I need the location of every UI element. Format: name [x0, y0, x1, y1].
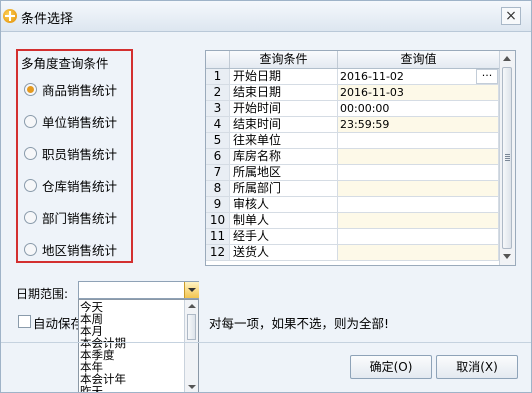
dropdown-option[interactable]: 昨天 — [80, 385, 103, 392]
row-condition: 经手人 — [230, 229, 338, 244]
row-condition: 开始日期 — [230, 69, 338, 84]
multi-angle-query-group: 多角度查询条件 商品销售统计 单位销售统计 职员销售统计 仓库销售统计 部门销售… — [16, 49, 133, 263]
table-row[interactable]: 3 开始时间 00:00:00 — [206, 101, 499, 117]
row-condition: 所属部门 — [230, 181, 338, 196]
row-number: 11 — [206, 229, 230, 244]
ok-button[interactable]: 确定(O) — [350, 355, 432, 379]
table-row[interactable]: 4 结束时间 23:59:59 — [206, 117, 499, 133]
row-value[interactable] — [338, 149, 499, 164]
row-value[interactable] — [338, 165, 499, 180]
grip-line — [505, 160, 510, 161]
scroll-up-icon[interactable] — [503, 56, 511, 61]
radio-checked-icon — [24, 83, 37, 96]
scroll-thumb[interactable] — [502, 67, 512, 249]
window-title: 条件选择 — [21, 12, 74, 27]
cancel-button[interactable]: 取消(X) — [436, 355, 518, 379]
condition-select-dialog: 条件选择 × 多角度查询条件 商品销售统计 单位销售统计 职员销售统计 仓库销售… — [0, 0, 532, 393]
row-condition: 制单人 — [230, 213, 338, 228]
row-number: 8 — [206, 181, 230, 196]
dropdown-scrollbar[interactable] — [184, 300, 198, 392]
row-value[interactable]: 23:59:59 — [338, 117, 499, 132]
row-condition: 所属地区 — [230, 165, 338, 180]
header-condition: 查询条件 — [230, 51, 338, 68]
radio-icon — [24, 147, 37, 160]
close-icon: × — [505, 8, 517, 24]
radio-icon — [24, 211, 37, 224]
row-value[interactable] — [338, 245, 499, 260]
row-number: 4 — [206, 117, 230, 132]
row-number: 6 — [206, 149, 230, 164]
row-condition: 送货人 — [230, 245, 338, 260]
radio-icon — [24, 115, 37, 128]
auto-save-checkbox[interactable] — [18, 315, 31, 328]
scroll-thumb[interactable] — [187, 314, 196, 340]
scroll-up-icon[interactable] — [188, 304, 196, 308]
query-condition-grid: 查询条件 查询值 1 开始日期 2016-11-02 ··· 2 结束日期 20… — [205, 50, 516, 266]
app-icon — [3, 9, 17, 23]
divider — [1, 342, 531, 343]
row-condition: 结束日期 — [230, 85, 338, 100]
row-number: 10 — [206, 213, 230, 228]
radio-icon — [24, 243, 37, 256]
grip-line — [505, 158, 510, 159]
row-condition: 往来单位 — [230, 133, 338, 148]
row-condition: 结束时间 — [230, 117, 338, 132]
row-value[interactable] — [338, 197, 499, 212]
grid-scrollbar[interactable] — [499, 51, 515, 265]
row-condition: 开始时间 — [230, 101, 338, 116]
table-row[interactable]: 9 审核人 — [206, 197, 499, 213]
table-row[interactable]: 12 送货人 — [206, 245, 499, 261]
table-row[interactable]: 5 往来单位 — [206, 133, 499, 149]
row-number: 2 — [206, 85, 230, 100]
row-value[interactable]: 00:00:00 — [338, 101, 499, 116]
table-row[interactable]: 2 结束日期 2016-11-03 — [206, 85, 499, 101]
row-value[interactable]: 2016-11-03 — [338, 85, 499, 100]
grid-header: 查询条件 查询值 — [206, 51, 499, 69]
table-row[interactable]: 1 开始日期 2016-11-02 ··· — [206, 69, 499, 85]
table-row[interactable]: 7 所属地区 — [206, 165, 499, 181]
row-value[interactable] — [338, 133, 499, 148]
table-row[interactable]: 10 制单人 — [206, 213, 499, 229]
scroll-down-icon[interactable] — [188, 385, 196, 389]
row-value[interactable] — [338, 213, 499, 228]
group-title: 多角度查询条件 — [21, 56, 109, 71]
row-number: 1 — [206, 69, 230, 84]
auto-save-hint: 对每一项，如果不选，则为全部! — [209, 316, 390, 331]
date-range-label: 日期范围: — [16, 287, 69, 301]
row-value[interactable]: 2016-11-02 — [338, 69, 499, 84]
row-value[interactable] — [338, 181, 499, 196]
scroll-down-icon[interactable] — [503, 254, 511, 259]
radio-label: 商品销售统计 — [42, 83, 118, 98]
table-row[interactable]: 11 经手人 — [206, 229, 499, 245]
chevron-down-icon[interactable] — [184, 282, 199, 298]
auto-save-label: 自动保存 — [33, 316, 84, 331]
row-condition: 库房名称 — [230, 149, 338, 164]
radio-label: 单位销售统计 — [42, 115, 118, 130]
table-row[interactable]: 8 所属部门 — [206, 181, 499, 197]
row-number: 5 — [206, 133, 230, 148]
row-value[interactable] — [338, 229, 499, 244]
table-row[interactable]: 6 库房名称 — [206, 149, 499, 165]
radio-label: 仓库销售统计 — [42, 179, 118, 194]
header-value: 查询值 — [400, 52, 437, 66]
ellipsis-button[interactable]: ··· — [476, 69, 498, 84]
row-number: 3 — [206, 101, 230, 116]
date-range-select[interactable] — [78, 281, 199, 299]
grip-line — [505, 154, 510, 155]
grip-line — [505, 156, 510, 157]
title-bar: 条件选择 × — [1, 1, 531, 32]
radio-icon — [24, 179, 37, 192]
row-number: 9 — [206, 197, 230, 212]
radio-label: 部门销售统计 — [42, 211, 118, 226]
radio-label: 地区销售统计 — [42, 243, 118, 258]
row-number: 12 — [206, 245, 230, 260]
date-range-dropdown: 今天 本周 本月 本会计期 本季度 本年 本会计年 昨天 — [78, 299, 199, 392]
row-number: 7 — [206, 165, 230, 180]
row-condition: 审核人 — [230, 197, 338, 212]
radio-label: 职员销售统计 — [42, 147, 118, 162]
close-button[interactable]: × — [501, 7, 521, 25]
header-row-number — [206, 51, 230, 68]
